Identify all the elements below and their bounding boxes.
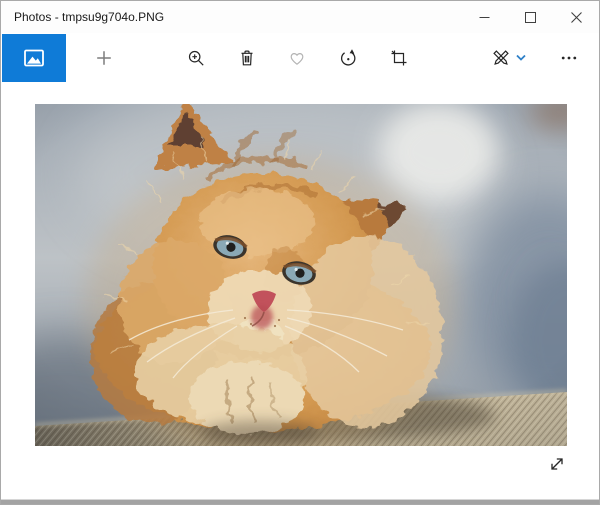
- see-more-button[interactable]: [545, 34, 593, 82]
- photos-logo-icon: [22, 46, 46, 70]
- heart-icon: [287, 48, 307, 68]
- edit-create-icon: [491, 48, 511, 68]
- rotate-button[interactable]: [324, 34, 372, 82]
- rotate-icon: [338, 48, 358, 68]
- delete-button[interactable]: [223, 34, 271, 82]
- crop-button[interactable]: [375, 34, 423, 82]
- favorite-button[interactable]: [273, 34, 321, 82]
- fullscreen-expand-icon: [547, 454, 567, 474]
- photo-viewer: [1, 83, 599, 499]
- edit-create-button[interactable]: [478, 34, 538, 82]
- window-bottom-border: [1, 499, 599, 504]
- window-title: Photos - tmpsu9g704o.PNG: [1, 10, 164, 24]
- photos-window: Photos - tmpsu9g704o.PNG: [0, 0, 600, 505]
- plus-icon: [94, 48, 114, 68]
- close-icon: [571, 12, 582, 23]
- zoom-button[interactable]: [172, 34, 220, 82]
- photo: [35, 104, 567, 446]
- close-button[interactable]: [553, 1, 599, 33]
- fullscreen-button[interactable]: [545, 452, 569, 476]
- ellipsis-icon: [559, 48, 579, 68]
- minimize-button[interactable]: [461, 1, 507, 33]
- zoom-in-icon: [186, 48, 206, 68]
- maximize-button[interactable]: [507, 1, 553, 33]
- add-button[interactable]: [80, 34, 128, 82]
- titlebar: Photos - tmpsu9g704o.PNG: [1, 1, 599, 33]
- minimize-icon: [479, 12, 490, 23]
- trash-icon: [237, 48, 257, 68]
- kitten-photo-art: [35, 104, 567, 446]
- caption-buttons: [461, 1, 599, 33]
- toolbar: [1, 33, 599, 83]
- crop-icon: [389, 48, 409, 68]
- maximize-icon: [525, 12, 536, 23]
- photos-app-button[interactable]: [2, 34, 66, 82]
- chevron-down-icon: [516, 54, 526, 62]
